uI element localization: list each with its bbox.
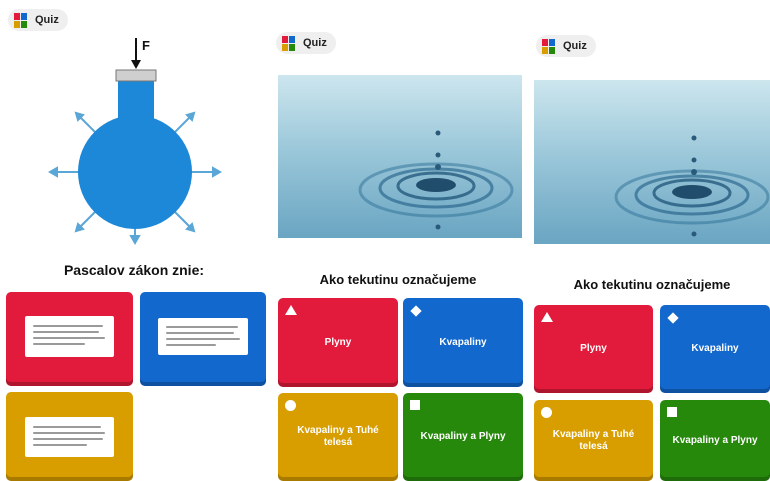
circle-icon xyxy=(541,407,552,418)
water-ripple-graphic xyxy=(358,130,514,230)
answer-label: Plyny xyxy=(580,343,607,354)
quiz-logo-icon xyxy=(282,35,296,51)
circle-icon xyxy=(285,400,296,411)
water-drop-image xyxy=(278,75,522,238)
question-title: Ako tekutinu označujeme xyxy=(573,277,731,292)
answer-label: Kvapaliny xyxy=(691,343,739,354)
answer-option-3[interactable] xyxy=(6,392,133,481)
answer-text-card xyxy=(25,316,114,357)
square-icon xyxy=(667,407,677,417)
quiz-brand-pill[interactable]: Quiz xyxy=(536,35,596,57)
answer-label: Kvapaliny xyxy=(439,336,487,348)
answer-label: Plyny xyxy=(324,336,352,348)
diamond-icon xyxy=(410,305,422,317)
question-title: Ako tekutinu označujeme xyxy=(319,272,477,287)
answer-option-plyny[interactable]: Plyny xyxy=(534,305,653,393)
quiz-brand-pill[interactable]: Quiz xyxy=(276,32,336,54)
flask-neck xyxy=(118,80,154,140)
square-icon xyxy=(410,400,420,410)
answer-option-plyny[interactable]: Plyny xyxy=(278,298,398,387)
answer-label: Kvapaliny a Tuhé telesá xyxy=(297,425,379,448)
answer-option-kvapaliny[interactable]: Kvapaliny xyxy=(403,298,523,387)
answer-label: Kvapaliny a Tuhé telesá xyxy=(552,428,635,452)
answer-option-1[interactable] xyxy=(6,292,133,386)
force-label: F xyxy=(142,38,150,53)
answer-label: Kvapaliny a Plyny xyxy=(420,431,506,442)
answer-text-card xyxy=(158,318,248,355)
quiz-label: Quiz xyxy=(563,40,587,52)
quiz-panel-fluids-b: Quiz Ako tekutinu označujeme Plyny Kvapa… xyxy=(528,0,770,481)
question-title: Pascalov zákon znie: xyxy=(63,262,205,278)
answer-text-card xyxy=(25,417,114,457)
quiz-panel-fluids-a: Quiz Ako tekutinu označujeme Plyny Kvapa… xyxy=(268,0,528,481)
answer-option-2[interactable] xyxy=(140,292,266,386)
triangle-icon xyxy=(285,305,297,315)
water-drop-image xyxy=(534,80,770,244)
diamond-icon xyxy=(667,312,679,324)
answer-label: Kvapaliny a Plyny xyxy=(672,434,758,446)
answer-option-kvapaliny-plyny[interactable]: Kvapaliny a Plyny xyxy=(403,393,523,481)
quiz-panel-pascal: Quiz F Pascalov zákon znie: xyxy=(0,0,268,481)
answer-option-kvapaliny-plyny[interactable]: Kvapaliny a Plyny xyxy=(660,400,770,481)
answer-option-kvapaliny-tuhe[interactable]: Kvapaliny a Tuhé telesá xyxy=(278,393,398,481)
quiz-label: Quiz xyxy=(303,37,327,49)
answer-option-kvapaliny[interactable]: Kvapaliny xyxy=(660,305,770,393)
quiz-logo-icon xyxy=(542,38,556,54)
water-ripple-graphic xyxy=(614,135,770,237)
pascal-flask-diagram: F xyxy=(47,38,223,246)
answer-option-kvapaliny-tuhe[interactable]: Kvapaliny a Tuhé telesá xyxy=(534,400,653,481)
triangle-icon xyxy=(541,312,553,322)
flask-piston xyxy=(115,69,157,82)
